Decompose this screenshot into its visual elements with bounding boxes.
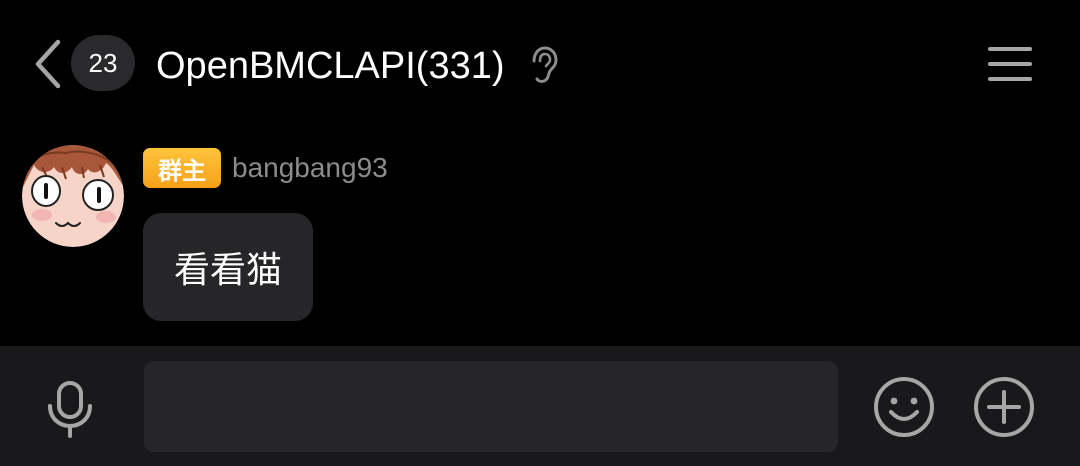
ear-icon[interactable] <box>528 46 560 84</box>
message-input[interactable] <box>144 361 838 452</box>
anime-avatar <box>22 145 124 247</box>
plus-circle-icon[interactable] <box>973 376 1035 438</box>
hamburger-menu-icon[interactable] <box>986 42 1034 86</box>
chat-title[interactable]: OpenBMCLAPI(331) <box>156 38 505 94</box>
back-button[interactable] <box>28 38 68 90</box>
message-bubble[interactable]: 看看猫 <box>143 213 313 321</box>
chevron-left-icon <box>35 39 61 89</box>
unread-count-badge[interactable]: 23 <box>71 35 135 91</box>
smiley-icon[interactable] <box>873 376 935 438</box>
chat-header: 23 OpenBMCLAPI(331) <box>0 0 1080 128</box>
sender-avatar[interactable] <box>22 145 124 247</box>
microphone-icon[interactable] <box>42 380 98 438</box>
owner-role-badge: 群主 <box>143 148 221 188</box>
message-text: 看看猫 <box>173 250 282 291</box>
sender-name[interactable]: bangbang93 <box>232 148 388 188</box>
